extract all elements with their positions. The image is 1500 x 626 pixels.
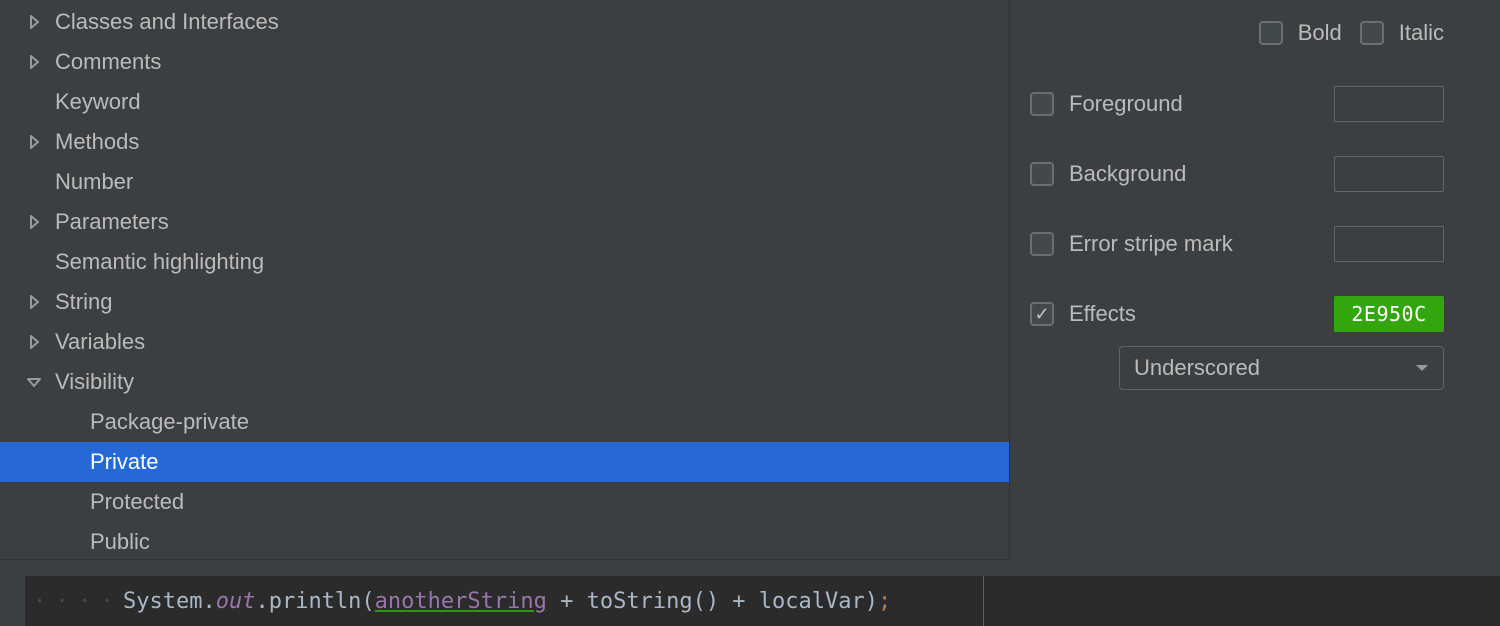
tree-item-public[interactable]: Public bbox=[25, 522, 1009, 562]
effects-type-value: Underscored bbox=[1134, 355, 1260, 381]
tree-item-label: Number bbox=[55, 169, 133, 195]
tree-item-label: Protected bbox=[90, 489, 184, 515]
tree-item-keyword[interactable]: Keyword bbox=[25, 82, 1009, 122]
tree-item-label: Comments bbox=[55, 49, 161, 75]
tree-item-number[interactable]: Number bbox=[25, 162, 1009, 202]
syntax-element-tree[interactable]: Classes and Interfaces Comments Keyword Met… bbox=[0, 0, 1010, 560]
style-properties-panel: Bold Italic Foreground Background bbox=[1010, 0, 1500, 560]
preview-token-op: + bbox=[547, 589, 587, 614]
preview-token-arg: anotherString bbox=[375, 589, 547, 614]
chevron-right-icon[interactable] bbox=[25, 213, 43, 231]
error-stripe-label: Error stripe mark bbox=[1069, 231, 1233, 257]
preview-token-call: toString() bbox=[587, 589, 719, 614]
tree-item-label: Visibility bbox=[55, 369, 134, 395]
tree-item-comments[interactable]: Comments bbox=[25, 42, 1009, 82]
chevron-down-icon bbox=[1415, 363, 1429, 373]
background-label: Background bbox=[1069, 161, 1186, 187]
tree-item-visibility[interactable]: Visibility bbox=[25, 362, 1009, 402]
chevron-right-icon[interactable] bbox=[25, 53, 43, 71]
preview-token-field: out bbox=[216, 589, 256, 614]
error-stripe-option[interactable]: Error stripe mark bbox=[1030, 231, 1233, 257]
effects-option[interactable]: Effects bbox=[1030, 301, 1136, 327]
bold-option[interactable]: Bold bbox=[1259, 14, 1342, 52]
chevron-down-icon[interactable] bbox=[25, 373, 43, 391]
bold-label: Bold bbox=[1298, 20, 1342, 46]
effects-color-swatch[interactable]: 2E950C bbox=[1334, 296, 1444, 332]
preview-token-class: System bbox=[123, 589, 202, 614]
preview-token-op: + bbox=[719, 589, 759, 614]
tree-item-label: Keyword bbox=[55, 89, 141, 115]
background-option[interactable]: Background bbox=[1030, 161, 1186, 187]
tree-item-label: Parameters bbox=[55, 209, 169, 235]
caret-indicator bbox=[983, 576, 984, 626]
foreground-color-swatch[interactable] bbox=[1334, 86, 1444, 122]
tree-item-private[interactable]: Private bbox=[0, 442, 1009, 482]
tree-item-label: Package-private bbox=[90, 409, 249, 435]
effects-label: Effects bbox=[1069, 301, 1136, 327]
tree-item-label: Private bbox=[90, 449, 158, 475]
whitespace-indicator: · · · · bbox=[33, 589, 123, 614]
tree-item-methods[interactable]: Methods bbox=[25, 122, 1009, 162]
foreground-label: Foreground bbox=[1069, 91, 1183, 117]
code-preview: · · · · System.out.println(anotherString… bbox=[25, 576, 1500, 626]
tree-item-parameters[interactable]: Parameters bbox=[25, 202, 1009, 242]
tree-item-label: Variables bbox=[55, 329, 145, 355]
tree-item-label: Public bbox=[90, 529, 150, 555]
tree-item-protected[interactable]: Protected bbox=[25, 482, 1009, 522]
tree-item-label: Methods bbox=[55, 129, 139, 155]
italic-checkbox[interactable] bbox=[1360, 21, 1384, 45]
effects-checkbox[interactable] bbox=[1030, 302, 1054, 326]
chevron-right-icon[interactable] bbox=[25, 133, 43, 151]
preview-token-local: localVar bbox=[759, 589, 865, 614]
italic-option[interactable]: Italic bbox=[1360, 14, 1444, 52]
background-checkbox[interactable] bbox=[1030, 162, 1054, 186]
tree-item-semantic-highlighting[interactable]: Semantic highlighting bbox=[25, 242, 1009, 282]
foreground-checkbox[interactable] bbox=[1030, 92, 1054, 116]
effects-type-dropdown[interactable]: Underscored bbox=[1119, 346, 1444, 390]
bold-checkbox[interactable] bbox=[1259, 21, 1283, 45]
preview-token-method: println bbox=[269, 589, 362, 614]
chevron-right-icon[interactable] bbox=[25, 333, 43, 351]
tree-item-string[interactable]: String bbox=[25, 282, 1009, 322]
background-color-swatch[interactable] bbox=[1334, 156, 1444, 192]
tree-item-variables[interactable]: Variables bbox=[25, 322, 1009, 362]
preview-token-terminator: ; bbox=[878, 589, 891, 614]
tree-item-label: Semantic highlighting bbox=[55, 249, 264, 275]
tree-item-package-private[interactable]: Package-private bbox=[25, 402, 1009, 442]
italic-label: Italic bbox=[1399, 20, 1444, 46]
chevron-right-icon[interactable] bbox=[25, 13, 43, 31]
error-stripe-checkbox[interactable] bbox=[1030, 232, 1054, 256]
tree-item-label: String bbox=[55, 289, 112, 315]
foreground-option[interactable]: Foreground bbox=[1030, 91, 1183, 117]
chevron-right-icon[interactable] bbox=[25, 293, 43, 311]
tree-item-label: Classes and Interfaces bbox=[55, 9, 279, 35]
tree-item-classes-and-interfaces[interactable]: Classes and Interfaces bbox=[25, 2, 1009, 42]
error-stripe-color-swatch[interactable] bbox=[1334, 226, 1444, 262]
